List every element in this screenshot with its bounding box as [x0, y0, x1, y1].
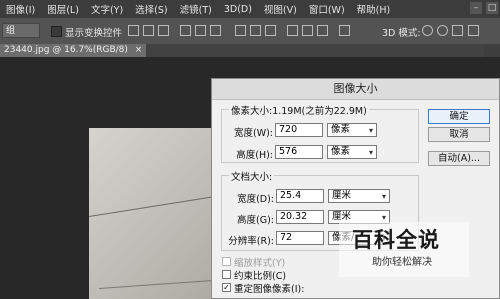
doc-height-unit: 厘米: [332, 211, 352, 222]
menu-filter[interactable]: 滤镜(T): [174, 2, 218, 16]
auto-align-icon[interactable]: [339, 25, 350, 36]
pixel-width-input[interactable]: 720: [275, 123, 323, 137]
pixel-width-unit: 像素: [331, 124, 351, 135]
align-bottom-icon[interactable]: [158, 25, 169, 36]
scale-styles-label: 缩放样式(Y): [234, 258, 286, 269]
align-right-icon[interactable]: [210, 25, 221, 36]
watermark-tagline: 助你轻松解决: [372, 257, 432, 268]
doc-height-label: 高度(G):: [237, 215, 274, 226]
menu-select[interactable]: 选择(S): [129, 2, 173, 16]
distribute-top-icon[interactable]: [235, 25, 246, 36]
auto-select-dropdown[interactable]: 组: [2, 23, 40, 38]
doc-width-unit: 厘米: [332, 190, 352, 201]
auto-button[interactable]: 自动(A)...: [428, 151, 490, 166]
distribute-hcenter-icon[interactable]: [302, 25, 313, 36]
distribute-vcenter-icon[interactable]: [250, 25, 261, 36]
document-tab[interactable]: 23440.jpg @ 16.7%(RGB/8) ×: [0, 44, 147, 57]
dialog-title: 图像大小: [212, 79, 499, 100]
pixel-height-unit: 像素: [331, 146, 351, 157]
resample-checkbox[interactable]: ✓: [222, 283, 231, 292]
document-size-title: 文档大小:: [229, 169, 275, 183]
menu-image[interactable]: 图像(I): [0, 2, 41, 16]
options-bar: 组 显示变换控件 3D 模式:: [0, 18, 500, 45]
watermark-logo-text: 百科全说: [352, 228, 440, 252]
constrain-proportions-checkbox[interactable]: [222, 270, 231, 279]
pixel-size-title: 像素大小:1.19M(之前为22.9M): [229, 103, 369, 117]
distribute-left-icon[interactable]: [287, 25, 298, 36]
show-transform-checkbox[interactable]: [51, 26, 62, 37]
close-tab-icon[interactable]: ×: [135, 45, 143, 55]
align-hcenter-icon[interactable]: [195, 25, 206, 36]
constrain-proportions-label: 约束比例(C): [234, 271, 287, 282]
scale-styles-checkbox[interactable]: [222, 257, 231, 266]
menu-view[interactable]: 视图(V): [258, 2, 303, 16]
pixel-height-input[interactable]: 576: [275, 145, 323, 159]
menu-type[interactable]: 文字(Y): [85, 2, 129, 16]
doc-width-input[interactable]: 25.4: [276, 189, 324, 203]
pixel-height-unit-select[interactable]: 像素 ▾: [327, 145, 377, 159]
pixel-height-label: 高度(H):: [236, 150, 273, 161]
menu-3d[interactable]: 3D(D): [218, 4, 258, 15]
minimize-icon[interactable]: –: [470, 2, 482, 14]
chevron-down-icon: ▾: [381, 192, 386, 201]
resolution-input[interactable]: 72: [276, 231, 324, 245]
chevron-down-icon: ▾: [368, 126, 373, 135]
distribute-right-icon[interactable]: [317, 25, 328, 36]
menu-window[interactable]: 窗口(W): [303, 2, 351, 16]
align-left-icon[interactable]: [180, 25, 191, 36]
menu-help[interactable]: 帮助(H): [351, 2, 397, 16]
doc-width-label: 宽度(D):: [237, 194, 274, 205]
show-transform-label: 显示变换控件: [65, 28, 123, 39]
pixel-width-label: 宽度(W):: [233, 128, 273, 139]
document-tab-bar: 23440.jpg @ 16.7%(RGB/8) ×: [0, 44, 500, 57]
align-top-icon[interactable]: [128, 25, 139, 36]
ok-button[interactable]: 确定: [428, 109, 490, 124]
resolution-label: 分辨率(R):: [228, 236, 274, 247]
doc-height-input[interactable]: 20.32: [276, 210, 324, 224]
restore-icon[interactable]: □: [486, 2, 498, 14]
3d-pan-icon[interactable]: [452, 25, 463, 36]
chevron-down-icon: ▾: [368, 148, 373, 157]
doc-width-unit-select[interactable]: 厘米 ▾: [328, 189, 390, 203]
mode-3d-label: 3D 模式:: [382, 28, 421, 39]
resample-label: 重定图像像素(I):: [234, 284, 305, 295]
3d-slide-icon[interactable]: [468, 25, 479, 36]
distribute-bottom-icon[interactable]: [265, 25, 276, 36]
document-tab-label: 23440.jpg @ 16.7%(RGB/8): [4, 45, 128, 55]
cancel-button[interactable]: 取消: [428, 127, 490, 142]
align-vcenter-icon[interactable]: [143, 25, 154, 36]
menu-bar: 图像(I) 图层(L) 文字(Y) 选择(S) 滤镜(T) 3D(D) 视图(V…: [0, 0, 500, 18]
pixel-width-unit-select[interactable]: 像素 ▾: [327, 123, 377, 137]
menu-layer[interactable]: 图层(L): [41, 2, 85, 16]
3d-roll-icon[interactable]: [437, 25, 448, 36]
3d-rotate-icon[interactable]: [422, 25, 433, 36]
